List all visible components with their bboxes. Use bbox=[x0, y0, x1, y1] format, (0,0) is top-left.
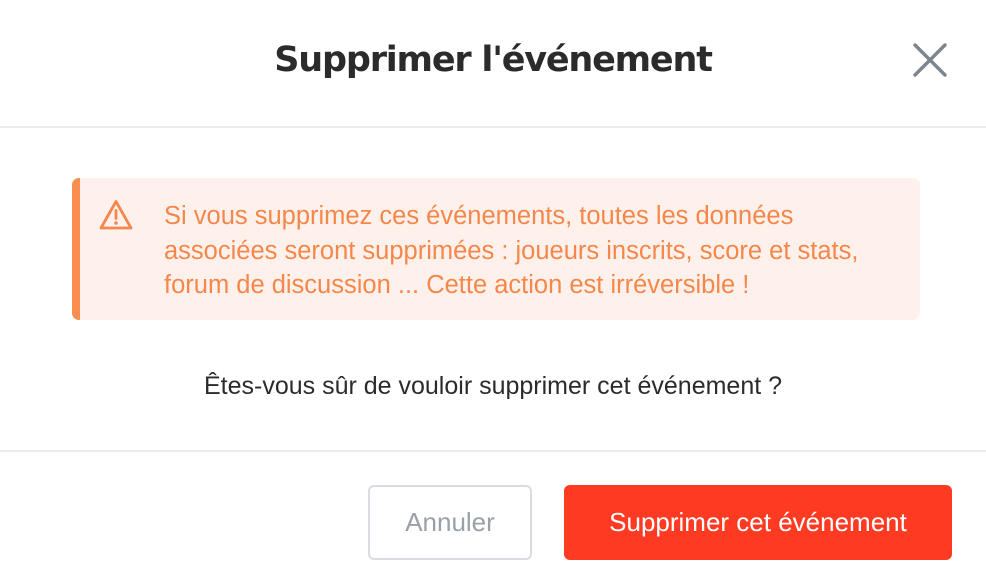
warning-alert: Si vous supprimez ces événements, toutes… bbox=[72, 178, 920, 320]
cancel-button[interactable]: Annuler bbox=[368, 485, 532, 560]
confirm-delete-button[interactable]: Supprimer cet événement bbox=[564, 485, 952, 560]
close-button[interactable] bbox=[908, 38, 952, 82]
dialog-header: Supprimer l'événement bbox=[0, 0, 986, 128]
delete-event-dialog: Supprimer l'événement Si vous supprimez … bbox=[0, 0, 986, 580]
warning-message: Si vous supprimez ces événements, toutes… bbox=[164, 202, 859, 299]
warning-triangle-icon bbox=[99, 200, 133, 230]
confirmation-question: Êtes-vous sûr de vouloir supprimer cet é… bbox=[203, 372, 783, 400]
close-icon bbox=[913, 43, 947, 77]
dialog-title: Supprimer l'événement bbox=[274, 40, 713, 80]
